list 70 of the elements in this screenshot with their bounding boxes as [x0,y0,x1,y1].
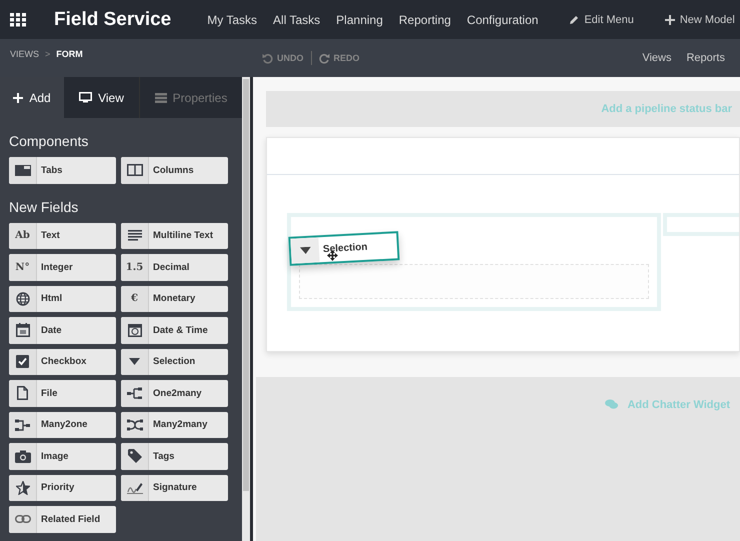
columns-icon [126,164,142,176]
globe-icon [16,292,30,306]
star-icon [16,480,30,495]
menu-item[interactable]: Planning [336,12,383,26]
undo-icon [262,52,273,64]
calendar-icon [16,323,30,338]
merge-icon [14,418,30,431]
caret-icon [129,358,140,366]
file-icon [17,386,28,400]
glyph-icon: 1.5 [126,262,144,273]
section-heading: New Fields [9,198,80,214]
lines-icon [128,230,142,242]
apps-grid-icon [10,12,26,26]
menu-item[interactable]: Configuration [466,12,538,26]
field-type-button[interactable]: N° Integer [9,254,116,280]
move-cursor-icon [327,250,338,261]
monitor-icon [79,92,92,103]
breadcrumb-separator: > [45,49,50,59]
caret-icon [299,246,311,254]
checkbox-icon [16,355,29,368]
glyph-icon: € [131,293,138,304]
menu-item[interactable]: Reporting [398,12,451,26]
glyph-icon: Ab [15,230,30,242]
list-icon [154,92,167,102]
field-type-button[interactable]: Many2one [9,412,116,438]
top-link[interactable]: Reports [686,52,725,64]
section-heading: Components [9,133,90,149]
new-model-link[interactable]: New Model [664,14,735,26]
redo-icon [318,52,330,64]
link-icon [14,514,30,524]
breadcrumb-item[interactable]: VIEWS [10,49,40,59]
pencil-icon [569,14,580,24]
branch-icon [126,387,142,400]
crossing-arrows-icon [126,418,142,431]
field-type-button[interactable]: Multiline Text [121,222,228,249]
calendar-clock-icon [128,323,142,338]
field-type-button[interactable]: Html [9,286,116,312]
field-type-button[interactable]: Tabs [9,157,116,184]
menu-item[interactable]: All Tasks [273,12,320,26]
field-type-button[interactable]: Selection [121,348,228,375]
camera-icon [14,450,30,463]
breadcrumb-item[interactable]: FORM [56,49,83,59]
field-type-button[interactable]: Priority [9,474,116,501]
field-type-button[interactable]: Signature [121,474,228,501]
field-type-button[interactable]: Checkbox [9,348,116,375]
field-type-button[interactable]: Columns [121,157,228,184]
glyph-icon: N° [15,262,30,273]
sidebar-tab[interactable]: Add [0,77,64,118]
field-type-button[interactable]: Date & Time [121,317,228,344]
field-type-button[interactable]: € Monetary [121,286,228,312]
plus-icon [13,92,24,102]
field-type-button[interactable]: Many2many [121,412,228,438]
edit-menu-link[interactable]: Edit Menu [569,14,634,26]
field-type-button[interactable]: Ab Text [9,222,116,249]
chat-bubbles-icon [605,399,618,409]
field-type-button[interactable]: Related Field [9,506,116,532]
scrollbar[interactable] [242,77,253,541]
signature-icon [126,481,142,494]
field-type-button[interactable]: Image [9,443,116,470]
app-title: Field Service [54,8,172,30]
menu-item[interactable]: My Tasks [207,12,258,26]
field-type-button[interactable]: One2many [121,380,228,406]
field-type-button[interactable]: Tags [121,443,228,470]
field-type-button[interactable]: 1.5 Decimal [121,254,228,280]
tabs-icon [14,164,30,176]
tag-icon [128,449,142,464]
field-type-button[interactable]: Date [9,317,116,344]
top-link[interactable]: Views [642,52,672,64]
field-type-button[interactable]: File [9,380,116,406]
plus-icon [664,14,675,24]
